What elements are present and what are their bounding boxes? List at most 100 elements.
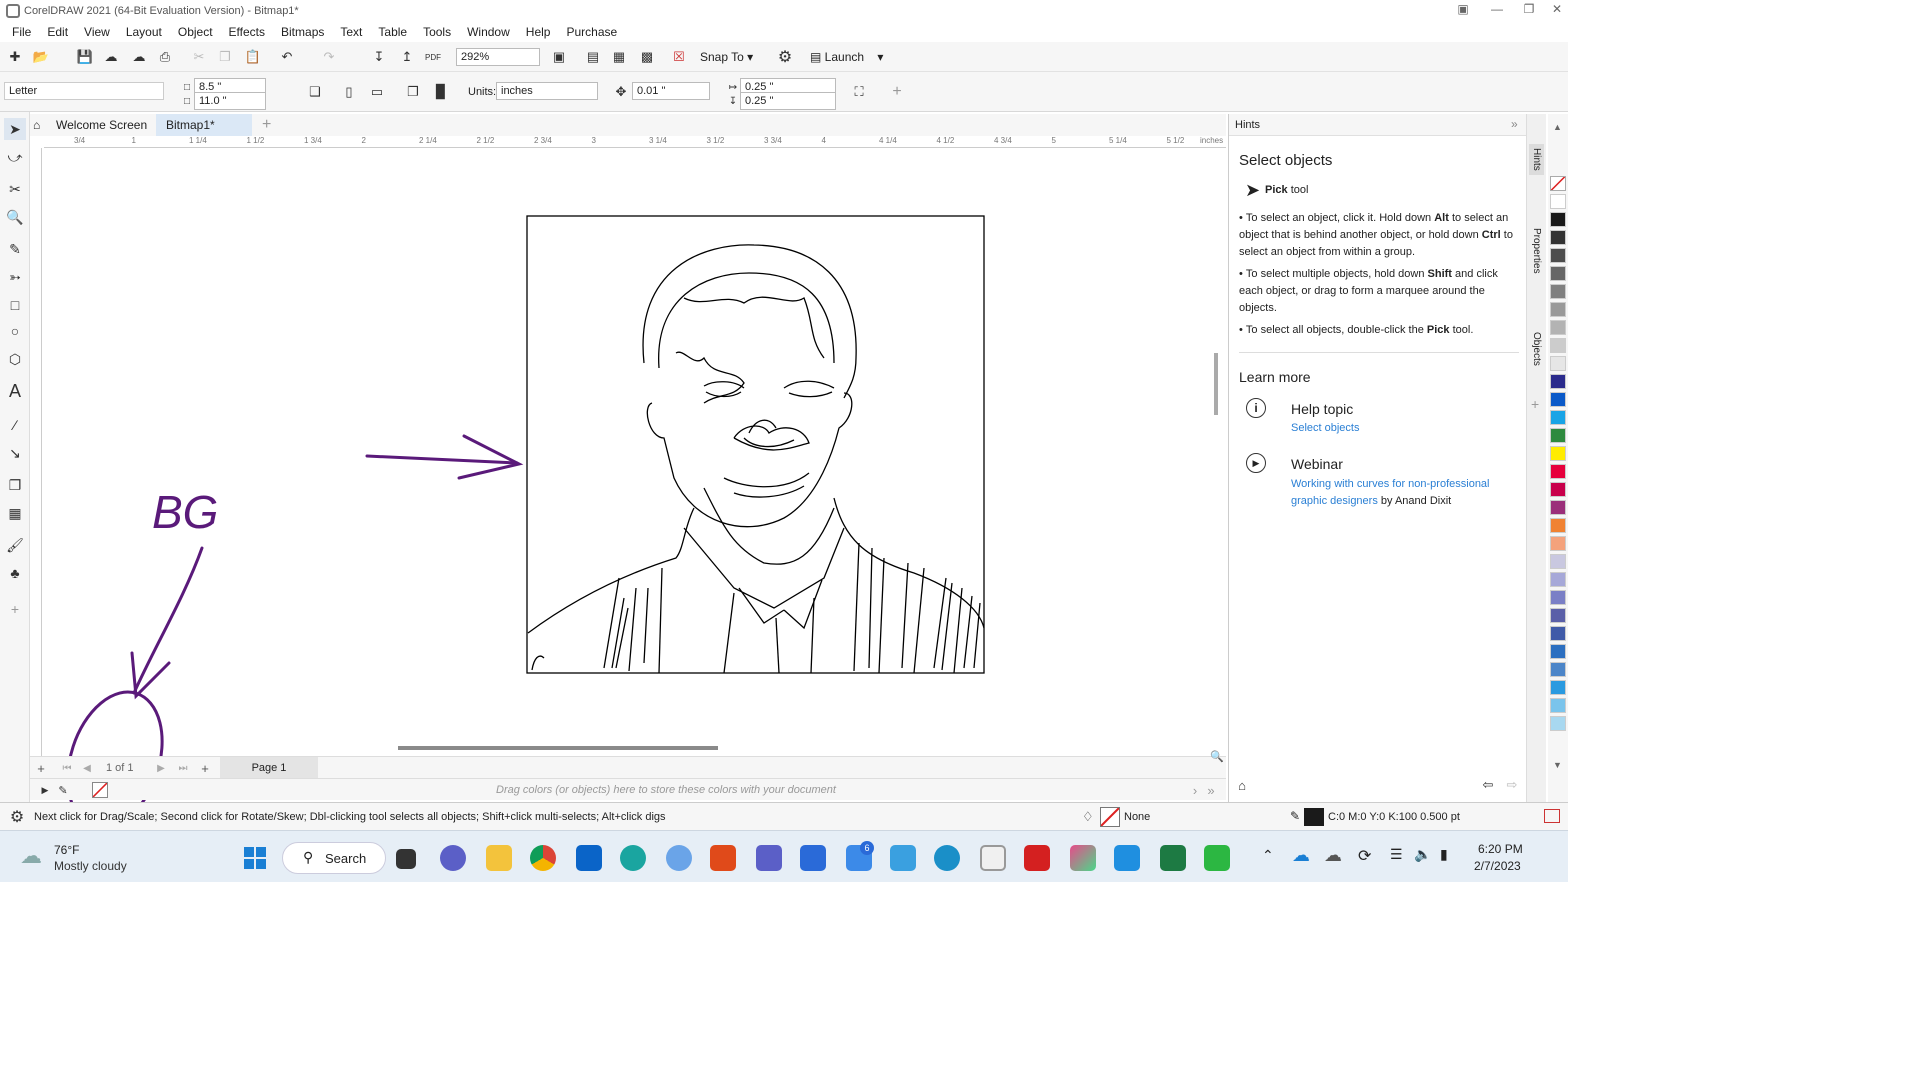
landscape-icon[interactable]: ▭ xyxy=(366,81,388,103)
close-button[interactable]: ✕ xyxy=(1540,2,1574,20)
portrait-icon[interactable]: ▯ xyxy=(338,81,360,103)
menu-file[interactable]: File xyxy=(12,25,31,39)
color-swatch[interactable] xyxy=(1550,608,1566,623)
color-swatch[interactable] xyxy=(1550,392,1566,407)
color-swatch[interactable] xyxy=(1550,302,1566,317)
launch-dropdown[interactable]: ▤ Launch ▾ xyxy=(810,50,883,64)
menu-help[interactable]: Help xyxy=(526,25,551,39)
grid-icon[interactable]: ▦ xyxy=(608,46,630,68)
shape-tool-icon[interactable]: ⤻ xyxy=(4,146,26,168)
store-icon[interactable] xyxy=(800,845,826,871)
horizontal-ruler[interactable]: 3/4 1 1 1/4 1 1/2 1 3/4 2 2 1/4 2 1/2 2 3/4 3 3 1/… xyxy=(44,136,1226,148)
connector-tool-icon[interactable]: ↘ xyxy=(4,442,26,464)
edge-beta-icon[interactable] xyxy=(934,845,960,871)
guidelines-icon[interactable]: ▩ xyxy=(636,46,658,68)
volume-icon[interactable]: 🔈 xyxy=(1414,846,1431,863)
palette-scroll-end-icon[interactable]: » xyxy=(1200,779,1222,801)
color-swatch[interactable] xyxy=(1550,464,1566,479)
status-gear-icon[interactable]: ⚙ xyxy=(6,806,28,828)
vscode-icon[interactable] xyxy=(1114,845,1140,871)
tab-welcome-screen[interactable]: Welcome Screen xyxy=(46,114,157,136)
color-swatch[interactable] xyxy=(1550,482,1566,497)
color-swatch[interactable] xyxy=(1550,410,1566,425)
dimension-tool-icon[interactable]: ∕ xyxy=(4,414,26,436)
menu-effects[interactable]: Effects xyxy=(229,25,265,39)
rulers-icon[interactable]: ▤ xyxy=(582,46,604,68)
sync-icon[interactable]: ⟳ xyxy=(1358,846,1371,866)
tab-hints[interactable]: Hints xyxy=(1529,144,1544,175)
color-swatch[interactable] xyxy=(1550,554,1566,569)
tab-objects[interactable]: Objects xyxy=(1529,328,1544,370)
eyedropper-palette-icon[interactable]: ✎ xyxy=(52,779,74,801)
new-document-icon[interactable]: ✚ xyxy=(4,46,26,68)
redo-icon[interactable]: ↷ xyxy=(318,46,340,68)
pick-tool-icon[interactable]: ➤ xyxy=(4,118,26,140)
save-icon[interactable]: 💾 xyxy=(74,46,96,68)
color-swatch[interactable] xyxy=(1550,590,1566,605)
color-swatch[interactable] xyxy=(1550,626,1566,641)
color-swatch[interactable] xyxy=(1550,248,1566,263)
treat-as-filled-icon[interactable]: ⛶ xyxy=(848,81,870,103)
add-page-after-icon[interactable]: + xyxy=(194,757,216,779)
minimize-button[interactable]: — xyxy=(1480,2,1514,20)
menu-edit[interactable]: Edit xyxy=(47,25,68,39)
color-swatch[interactable] xyxy=(1550,662,1566,677)
freehand-tool-icon[interactable]: ✎ xyxy=(4,238,26,260)
acrobat-icon[interactable] xyxy=(1024,845,1050,871)
import-icon[interactable]: ↧ xyxy=(368,46,390,68)
task-view-icon[interactable] xyxy=(396,849,416,869)
page-size-dropdown[interactable]: Letter xyxy=(4,82,164,100)
teams-chat-icon[interactable] xyxy=(440,845,466,871)
add-page-icon[interactable]: + xyxy=(30,757,52,779)
account-icon[interactable]: ▣ xyxy=(1446,2,1480,20)
color-swatch[interactable] xyxy=(1550,212,1566,227)
vertical-ruler[interactable] xyxy=(30,148,42,756)
rectangle-tool-icon[interactable]: □ xyxy=(4,294,26,316)
color-swatch[interactable] xyxy=(1550,536,1566,551)
drop-shadow-icon[interactable]: ❐ xyxy=(4,474,26,496)
page-height-field[interactable]: 11.0 " xyxy=(194,92,266,110)
docker-back-icon[interactable]: ⇦ xyxy=(1477,774,1499,796)
no-fill-swatch[interactable] xyxy=(1550,176,1566,191)
all-pages-icon[interactable]: ❑ xyxy=(304,81,326,103)
first-page-icon[interactable]: ⏮ xyxy=(56,757,78,779)
zoom-level-field[interactable]: 292% xyxy=(456,48,540,66)
units-dropdown[interactable]: inches xyxy=(496,82,598,100)
photos-icon[interactable] xyxy=(1070,845,1096,871)
color-swatch[interactable] xyxy=(1550,374,1566,389)
interactive-fill-icon[interactable]: ♣ xyxy=(4,562,26,584)
color-swatch[interactable] xyxy=(1550,680,1566,695)
zoom-tool-icon[interactable]: 🔍 xyxy=(4,206,26,228)
cloud-upload-icon[interactable]: ☁ xyxy=(100,46,122,68)
wifi-icon[interactable]: ☰ xyxy=(1390,846,1403,863)
tab-properties[interactable]: Properties xyxy=(1529,224,1544,278)
palette-scroll-up-icon[interactable]: ▲ xyxy=(1553,122,1562,132)
new-tab-icon[interactable]: + xyxy=(252,114,281,136)
paste-icon[interactable]: 📋 xyxy=(242,46,264,68)
color-swatch[interactable] xyxy=(1550,194,1566,209)
menu-text[interactable]: Text xyxy=(340,25,362,39)
clock-time[interactable]: 6:20 PM xyxy=(1478,842,1523,856)
last-page-icon[interactable]: ⏭ xyxy=(172,757,194,779)
docker-forward-icon[interactable]: ⇨ xyxy=(1501,774,1523,796)
drawing-canvas[interactable]: BG xyxy=(44,148,1226,756)
options-gear-icon[interactable]: ⚙ xyxy=(774,46,796,68)
print-icon[interactable]: ⎙ xyxy=(154,46,176,68)
office-icon[interactable] xyxy=(710,845,736,871)
horizontal-scrollbar[interactable] xyxy=(398,746,718,750)
fill-none-swatch[interactable] xyxy=(1100,807,1120,827)
page-1-tab[interactable]: Page 1 xyxy=(220,757,318,779)
clock-date[interactable]: 2/7/2023 xyxy=(1474,859,1521,873)
color-swatch[interactable] xyxy=(1550,284,1566,299)
duplicate-y-field[interactable]: 0.25 " xyxy=(740,92,836,110)
docker-collapse-icon[interactable]: » xyxy=(1511,117,1518,131)
color-swatch[interactable] xyxy=(1550,446,1566,461)
add-property-icon[interactable]: + xyxy=(886,81,908,103)
chrome-icon[interactable] xyxy=(530,845,556,871)
help-topic-link[interactable]: Select objects xyxy=(1291,422,1359,434)
no-color-swatch[interactable] xyxy=(92,782,108,798)
menu-view[interactable]: View xyxy=(84,25,110,39)
tab-bitmap1[interactable]: Bitmap1* xyxy=(156,114,252,136)
text-tool-icon[interactable]: A xyxy=(4,380,26,402)
docker-home-icon[interactable]: ⌂ xyxy=(1231,774,1253,796)
